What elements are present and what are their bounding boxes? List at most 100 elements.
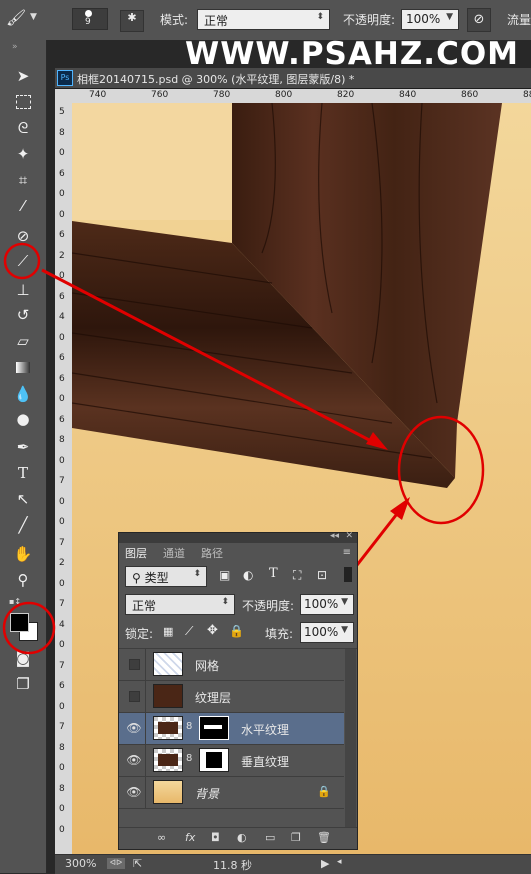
eye-icon[interactable]: 👁: [123, 777, 146, 808]
play-icon[interactable]: ▶: [321, 857, 329, 870]
healing-brush-tool-icon[interactable]: ⊘: [11, 225, 35, 247]
tab-channels[interactable]: 通道: [163, 545, 185, 563]
share-icon[interactable]: ⇱: [133, 857, 142, 870]
move-tool-icon[interactable]: ➤: [11, 65, 35, 87]
scroll-left-icon[interactable]: ◂: [337, 857, 342, 867]
chevron-down-icon: ▼: [341, 625, 348, 635]
document-tab[interactable]: Ps 相框20140715.psd @ 300% (水平纹理, 图层蒙版/8) …: [55, 68, 531, 89]
opacity-value: 100%: [406, 12, 441, 26]
history-brush-tool-icon[interactable]: ↺: [11, 304, 35, 326]
visibility-toggle[interactable]: [123, 649, 146, 680]
link-icon[interactable]: ∞: [157, 831, 166, 844]
ruler-tick-label: 6: [59, 168, 65, 179]
filter-adjustment-icon[interactable]: ◐: [243, 568, 253, 582]
layer-row-horizontal-texture[interactable]: 👁 8 水平纹理: [119, 713, 344, 745]
ruler-vertical[interactable]: 5 8 0 6 0 0 6 2 0 6 4 0 6 6 0 6 8 0 7 0 0 7 2 0 7 4 0 7 6 0 7 8 0 8 0 0: [55, 89, 72, 854]
folder-icon[interactable]: ▭: [265, 831, 275, 844]
fx-icon[interactable]: fx: [185, 831, 195, 844]
tab-layers[interactable]: 图层: [119, 545, 153, 563]
filter-pixel-icon[interactable]: ▣: [219, 568, 230, 582]
gradient-tool-icon[interactable]: [11, 357, 35, 379]
magic-wand-tool-icon[interactable]: ✦: [11, 143, 35, 165]
default-colors-icon[interactable]: ▪↕: [9, 597, 21, 606]
ruler-tick-label: 0: [59, 455, 65, 466]
status-bar: 300% ᐊᐅ ⇱ 11.8 秒 ▶ ◂: [55, 854, 531, 874]
line-tool-icon[interactable]: ╱: [11, 514, 35, 536]
blend-mode-select[interactable]: 正常 ⬍: [125, 594, 235, 615]
eye-icon[interactable]: 👁: [123, 713, 146, 744]
spin-icon: ⬍: [316, 12, 324, 22]
layers-scrollbar[interactable]: [345, 649, 356, 827]
layer-opacity-value: 100%: [304, 597, 339, 611]
ruler-tick-label: 0: [59, 804, 65, 814]
brush-preset-picker[interactable]: 9: [72, 8, 108, 30]
filter-smart-object-icon[interactable]: ⊡: [317, 568, 327, 582]
hand-tool-icon[interactable]: ✋: [11, 543, 35, 565]
layer-row-vertical-texture[interactable]: 👁 8 垂直纹理: [119, 745, 344, 777]
filter-kind-select[interactable]: ⚲ 类型 ⬍: [125, 566, 207, 587]
ruler-tick-label: 0: [59, 332, 65, 343]
layer-name: 背景: [195, 787, 220, 801]
mode-select[interactable]: 正常 ⬍: [197, 9, 330, 30]
tab-paths[interactable]: 路径: [201, 545, 223, 563]
zoom-level[interactable]: 300%: [65, 857, 96, 870]
watermark-text: WWW.PSAHZ.COM: [185, 36, 520, 72]
marquee-tool-icon[interactable]: [11, 91, 35, 113]
clone-stamp-tool-icon[interactable]: ⊥: [11, 279, 35, 301]
spin-icon: ⬍: [193, 569, 201, 579]
path-selection-tool-icon[interactable]: ↖: [11, 488, 35, 510]
lock-icon: 🔒: [317, 785, 331, 798]
ruler-tick-label: 0: [59, 209, 65, 220]
chain-link-icon[interactable]: 8: [186, 753, 192, 764]
screen-mode-icon[interactable]: ❐: [11, 673, 35, 695]
ruler-horizontal[interactable]: 740 760 780 800 820 840 860 880: [72, 89, 531, 103]
blur-tool-icon[interactable]: 💧: [11, 383, 35, 405]
eraser-tool-icon[interactable]: ▱: [11, 330, 35, 352]
mask-icon[interactable]: ◘: [211, 831, 220, 844]
new-layer-icon[interactable]: ❐: [291, 831, 301, 844]
tool-preset-chevron-down-icon[interactable]: ▼: [30, 12, 37, 22]
crop-tool-icon[interactable]: ⌗: [11, 169, 35, 191]
type-tool-icon[interactable]: T: [11, 462, 35, 484]
chain-link-icon[interactable]: 8: [186, 721, 192, 732]
adjustment-icon[interactable]: ◐: [237, 831, 247, 844]
close-icon[interactable]: ✕: [345, 531, 353, 541]
lasso-tool-icon[interactable]: ᘓ: [11, 117, 35, 139]
visibility-toggle[interactable]: [123, 681, 146, 712]
opacity-field[interactable]: 100% ▼: [401, 9, 459, 30]
brush-tool-icon[interactable]: ⟋: [11, 250, 35, 272]
filter-toggle[interactable]: [344, 567, 352, 582]
zoom-tool-icon[interactable]: ⚲: [11, 569, 35, 591]
quick-mask-icon[interactable]: ◙: [11, 647, 35, 669]
layer-opacity-field[interactable]: 100% ▼: [300, 594, 354, 615]
lock-position-icon[interactable]: ✥: [207, 623, 218, 638]
brush-panel-icon[interactable]: ✱: [120, 10, 144, 32]
filter-shape-icon[interactable]: ⛶: [293, 568, 301, 583]
layer-row-background[interactable]: 👁 背景 🔒: [119, 777, 344, 809]
layer-thumbnail: [153, 716, 183, 740]
trash-icon[interactable]: 🗑: [317, 831, 331, 844]
brush-tool-icon[interactable]: 🖌: [6, 8, 26, 30]
layer-mask-thumbnail[interactable]: [199, 716, 229, 740]
panel-collapse-icon[interactable]: »: [12, 42, 18, 52]
lock-transparent-icon[interactable]: ▦: [163, 625, 173, 638]
pressure-opacity-icon[interactable]: ⊘: [467, 8, 491, 32]
eye-icon[interactable]: 👁: [123, 745, 146, 776]
collapse-icon[interactable]: ◂◂: [330, 531, 339, 541]
lock-all-icon[interactable]: 🔒: [229, 624, 244, 638]
lock-image-icon[interactable]: ⟋: [185, 624, 193, 639]
dodge-tool-icon[interactable]: ●: [11, 408, 35, 430]
filter-type-icon[interactable]: T: [269, 566, 278, 581]
pen-tool-icon[interactable]: ✒: [11, 436, 35, 458]
ruler-tick-label: 0: [59, 517, 65, 527]
foreground-color-swatch[interactable]: [10, 613, 29, 632]
layer-thumbnail: [153, 748, 183, 772]
ruler-tick-label: 6: [59, 230, 65, 240]
fill-field[interactable]: 100% ▼: [300, 622, 354, 643]
layer-mask-thumbnail[interactable]: [199, 748, 229, 772]
layer-row-grid[interactable]: 网格: [119, 649, 344, 681]
panel-menu-icon[interactable]: ≡: [343, 547, 351, 558]
ruler-tick-label: 880: [523, 90, 531, 100]
layer-row-texture[interactable]: 纹理层: [119, 681, 344, 713]
eyedropper-tool-icon[interactable]: ⁄: [11, 195, 35, 217]
